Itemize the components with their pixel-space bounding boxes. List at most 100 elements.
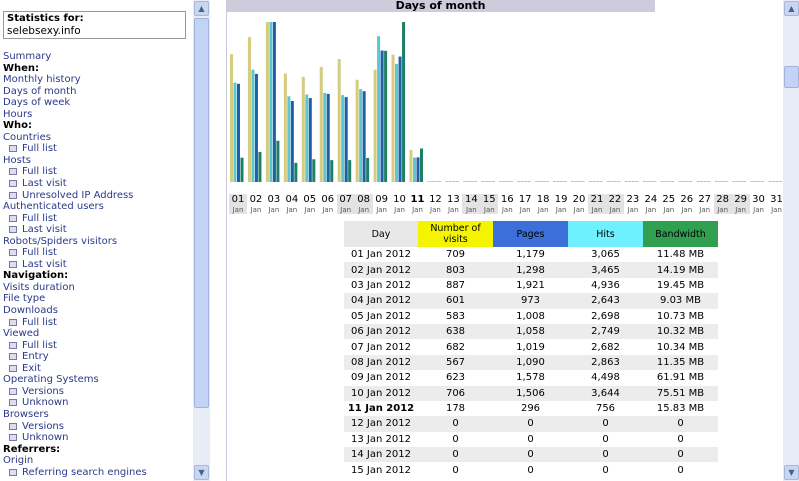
cell-visits: 601 bbox=[418, 293, 493, 309]
bar-number-of-visits-11 bbox=[409, 149, 413, 182]
cell-hits: 2,682 bbox=[591, 341, 620, 353]
sidebar-item[interactable]: Origin bbox=[3, 455, 193, 467]
x-tick-day: 25 bbox=[662, 194, 676, 205]
sidebar-item[interactable]: Countries bbox=[3, 132, 193, 144]
x-tick-day: 31 bbox=[770, 194, 783, 205]
x-tick-label: 12 Jan bbox=[426, 194, 444, 214]
x-tick-day: 06 bbox=[321, 194, 335, 205]
sidebar-item-label: Unknown bbox=[22, 432, 69, 444]
scroll-down-arrow-icon[interactable]: ▼ bbox=[194, 465, 209, 480]
bar-hits-12 bbox=[430, 181, 434, 182]
sidebar-item[interactable]: Hosts bbox=[3, 155, 193, 167]
sidebar-item[interactable]: Summary bbox=[3, 51, 193, 63]
sidebar-item-label: Viewed bbox=[3, 328, 40, 340]
bar-pages-28 bbox=[721, 181, 725, 182]
x-tick-day: 29 bbox=[734, 194, 747, 205]
bar-pages-15 bbox=[488, 181, 492, 182]
bar-pages-07 bbox=[344, 97, 348, 182]
bar-bandwidth-27 bbox=[707, 181, 711, 182]
col-header-hits: Hits bbox=[568, 221, 643, 247]
x-tick-label: 18 Jan bbox=[534, 194, 552, 214]
list-bullet-icon bbox=[9, 226, 17, 234]
sidebar-subitem[interactable]: Entry bbox=[3, 351, 193, 363]
cell-hits: 756 bbox=[595, 403, 616, 415]
scroll-thumb[interactable] bbox=[784, 66, 799, 88]
sidebar-item-label: Full list bbox=[22, 339, 57, 351]
bar-bandwidth-25 bbox=[671, 181, 675, 182]
sidebar-item[interactable]: Operating Systems bbox=[3, 374, 193, 386]
bar-pages-09 bbox=[380, 50, 384, 183]
bar-bandwidth-06 bbox=[330, 160, 334, 182]
bar-number-of-visits-24 bbox=[642, 181, 646, 182]
sidebar-subitem[interactable]: Last visit bbox=[3, 178, 193, 190]
sidebar-item-label: Navigation: bbox=[3, 270, 69, 282]
x-tick-label: 03 Jan bbox=[265, 194, 283, 214]
sidebar-item[interactable]: Robots/Spiders visitors bbox=[3, 236, 193, 248]
sidebar-subitem[interactable]: Last visit bbox=[3, 224, 193, 236]
bar-number-of-visits-13 bbox=[445, 181, 449, 182]
bar-bandwidth-23 bbox=[635, 181, 639, 182]
sidebar-item[interactable]: Downloads bbox=[3, 305, 193, 317]
sidebar-item[interactable]: Days of month bbox=[3, 86, 193, 98]
cell-visits: 706 bbox=[418, 385, 493, 401]
bar-pages-31 bbox=[775, 181, 779, 182]
bar-bandwidth-10 bbox=[402, 22, 406, 182]
x-tick-day: 21 bbox=[590, 194, 604, 205]
sidebar-subitem[interactable]: Full list bbox=[3, 143, 193, 155]
bar-number-of-visits-18 bbox=[535, 181, 539, 182]
x-tick-label: 26 Jan bbox=[678, 194, 696, 214]
scroll-up-arrow-icon[interactable]: ▲ bbox=[784, 1, 799, 16]
cell-hits: 2,698 bbox=[591, 310, 620, 322]
sidebar-item[interactable]: File type bbox=[3, 293, 193, 305]
x-tick-day: 26 bbox=[680, 194, 694, 205]
x-tick-day: 02 bbox=[249, 194, 263, 205]
bar-bandwidth-13 bbox=[455, 181, 459, 182]
sidebar-subitem[interactable]: Full list bbox=[3, 166, 193, 178]
list-bullet-icon bbox=[9, 422, 17, 430]
sidebar-item-label: Full list bbox=[22, 143, 57, 155]
sidebar-subitem[interactable]: Unknown bbox=[3, 432, 193, 444]
sidebar-subitem[interactable]: Unknown bbox=[3, 397, 193, 409]
sidebar-subitem[interactable]: Versions bbox=[3, 421, 193, 433]
sidebar-item[interactable]: Days of week bbox=[3, 97, 193, 109]
sidebar-item[interactable]: Authenticated users bbox=[3, 201, 193, 213]
x-tick-day: 04 bbox=[285, 194, 299, 205]
sidebar-item[interactable]: Browsers bbox=[3, 409, 193, 421]
bar-bandwidth-15 bbox=[491, 181, 495, 182]
sidebar-item[interactable]: Viewed bbox=[3, 328, 193, 340]
bar-pages-05 bbox=[308, 98, 312, 182]
main-scrollbar[interactable]: ▲ ▼ bbox=[783, 0, 799, 481]
sidebar-subitem[interactable]: Exit bbox=[3, 363, 193, 375]
sidebar-subitem[interactable]: Unresolved IP Address bbox=[3, 190, 193, 202]
cell-bandwidth: 10.73 MB bbox=[656, 310, 705, 322]
bar-hits-31 bbox=[772, 181, 775, 182]
sidebar-subitem[interactable]: Full list bbox=[3, 213, 193, 225]
cell-day: 11 Jan 2012 bbox=[347, 403, 415, 415]
sidebar-subitem[interactable]: Full list bbox=[3, 247, 193, 259]
bar-pages-04 bbox=[290, 100, 294, 182]
sidebar-subitem[interactable]: Full list bbox=[3, 317, 193, 329]
list-bullet-icon bbox=[9, 364, 17, 372]
statistics-for-label: Statistics for: bbox=[7, 13, 84, 24]
left-scrollbar[interactable]: ▲ ▼ bbox=[193, 0, 210, 481]
scroll-thumb[interactable] bbox=[194, 18, 209, 408]
x-tick-day: 05 bbox=[303, 194, 317, 205]
sidebar-subitem[interactable]: Versions bbox=[3, 386, 193, 398]
cell-day: 12 Jan 2012 bbox=[344, 416, 418, 432]
table-row: 05 Jan 2012 583 1,008 2,698 10.73 MB bbox=[344, 309, 718, 324]
sidebar-item[interactable]: Hours bbox=[3, 109, 193, 121]
sidebar-subitem[interactable]: Referring search engines bbox=[3, 467, 193, 479]
bar-bandwidth-21 bbox=[599, 181, 603, 182]
sidebar-item[interactable]: Monthly history bbox=[3, 74, 193, 86]
scroll-up-arrow-icon[interactable]: ▲ bbox=[194, 1, 209, 16]
section-title: Days of month bbox=[226, 0, 655, 12]
bar-pages-27 bbox=[703, 181, 707, 182]
sidebar-subitem[interactable]: Last visit bbox=[3, 259, 193, 271]
scroll-down-arrow-icon[interactable]: ▼ bbox=[784, 465, 799, 480]
x-tick-label: 13 Jan bbox=[444, 194, 462, 214]
x-tick-day: 23 bbox=[626, 194, 640, 205]
sidebar-item[interactable]: Visits duration bbox=[3, 282, 193, 294]
bar-hits-08 bbox=[359, 89, 363, 182]
cell-hits: 3,465 bbox=[568, 262, 643, 278]
sidebar-subitem[interactable]: Full list bbox=[3, 340, 193, 352]
